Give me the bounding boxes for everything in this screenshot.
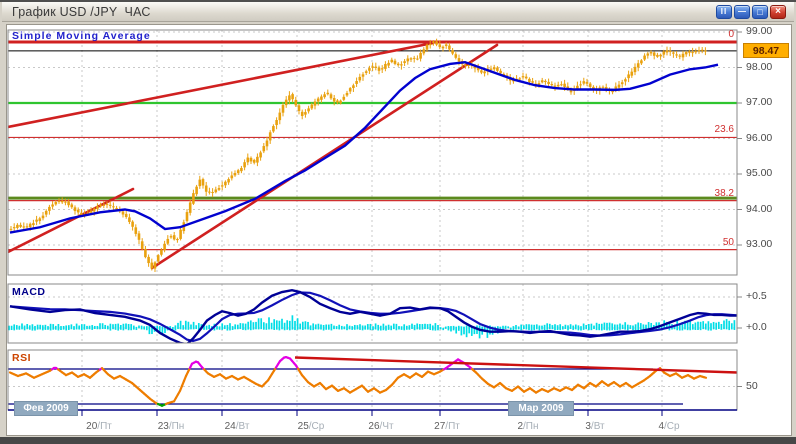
pause-icon[interactable]: II <box>716 5 732 19</box>
chart-window: График USD /JPY ЧАС II — □ × Simple Movi… <box>0 0 796 444</box>
close-icon[interactable]: × <box>770 5 786 19</box>
window-title: График USD /JPY ЧАС <box>12 2 151 22</box>
window-titlebar[interactable]: График USD /JPY ЧАС II — □ × <box>2 2 794 22</box>
window-controls: II — □ × <box>716 5 786 19</box>
maximize-icon[interactable]: □ <box>752 5 768 19</box>
chart-canvas[interactable] <box>0 2 796 444</box>
minimize-icon[interactable]: — <box>734 5 750 19</box>
